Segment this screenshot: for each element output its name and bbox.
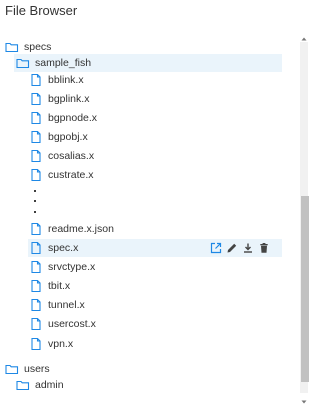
file-item[interactable]: custrate.x <box>29 166 94 184</box>
row-actions <box>210 239 270 257</box>
file-label: vpn.x <box>48 338 74 350</box>
file-label: bblink.x <box>48 74 84 86</box>
file-item[interactable]: usercost.x <box>29 315 96 333</box>
file-label: custrate.x <box>48 169 94 181</box>
file-item[interactable]: vpn.x <box>29 335 73 353</box>
folder-icon <box>5 40 19 54</box>
file-icon <box>29 149 43 163</box>
edit-pencil-icon[interactable] <box>226 242 238 254</box>
file-icon <box>29 168 43 182</box>
file-label: readme.x.json <box>48 223 114 235</box>
file-item[interactable]: cosalias.x <box>29 147 94 165</box>
tree-folder-sample-fish[interactable]: sample_fish <box>14 54 282 72</box>
file-item[interactable]: bblink.x <box>29 71 84 89</box>
file-icon <box>29 260 43 274</box>
folder-icon <box>16 378 30 392</box>
file-label: usercost.x <box>48 318 96 330</box>
file-icon <box>29 317 43 331</box>
tree-folder-label: admin <box>35 379 64 391</box>
tree-folder-admin[interactable]: admin <box>16 376 64 394</box>
trash-icon[interactable] <box>258 242 270 254</box>
tree-folder-label: sample_fish <box>35 57 92 69</box>
file-label: tbit.x <box>48 280 71 292</box>
file-icon <box>29 222 43 236</box>
file-item-selected[interactable]: spec.x <box>28 239 282 257</box>
file-label: cosalias.x <box>48 150 95 162</box>
file-item[interactable]: bgplink.x <box>29 90 89 108</box>
file-icon <box>29 130 43 144</box>
download-icon[interactable] <box>242 242 254 254</box>
file-tree: specs sample_fish bblink.x bgplink.x bgp… <box>0 0 295 408</box>
scroll-up-arrow-icon[interactable] <box>299 31 309 41</box>
vertical-scrollbar[interactable] <box>299 31 309 404</box>
file-item[interactable]: readme.x.json <box>29 220 114 238</box>
file-icon <box>29 241 43 255</box>
scrollbar-track[interactable] <box>300 42 309 393</box>
ellipsis-dots <box>34 189 38 219</box>
file-icon <box>29 92 43 106</box>
folder-icon <box>5 362 19 376</box>
file-icon <box>29 298 43 312</box>
file-item[interactable]: bgpnode.x <box>29 109 97 127</box>
open-external-icon[interactable] <box>210 242 222 254</box>
tree-folder-label: users <box>24 363 50 375</box>
file-icon <box>29 337 43 351</box>
file-label: tunnel.x <box>48 299 85 311</box>
file-label: bgplink.x <box>48 93 90 105</box>
file-icon <box>29 279 43 293</box>
file-label: srvctype.x <box>48 261 96 273</box>
folder-icon <box>16 56 30 70</box>
file-item[interactable]: tunnel.x <box>29 296 85 314</box>
file-icon <box>29 73 43 87</box>
file-item[interactable]: bgpobj.x <box>29 128 88 146</box>
scrollbar-thumb[interactable] <box>301 196 309 383</box>
file-label: spec.x <box>48 242 79 254</box>
tree-folder-label: specs <box>24 41 52 53</box>
scroll-down-arrow-icon[interactable] <box>299 394 309 404</box>
file-item[interactable]: tbit.x <box>29 277 70 295</box>
file-item[interactable]: srvctype.x <box>29 258 95 276</box>
file-icon <box>29 111 43 125</box>
file-label: bgpnode.x <box>48 112 98 124</box>
file-label: bgpobj.x <box>48 131 88 143</box>
